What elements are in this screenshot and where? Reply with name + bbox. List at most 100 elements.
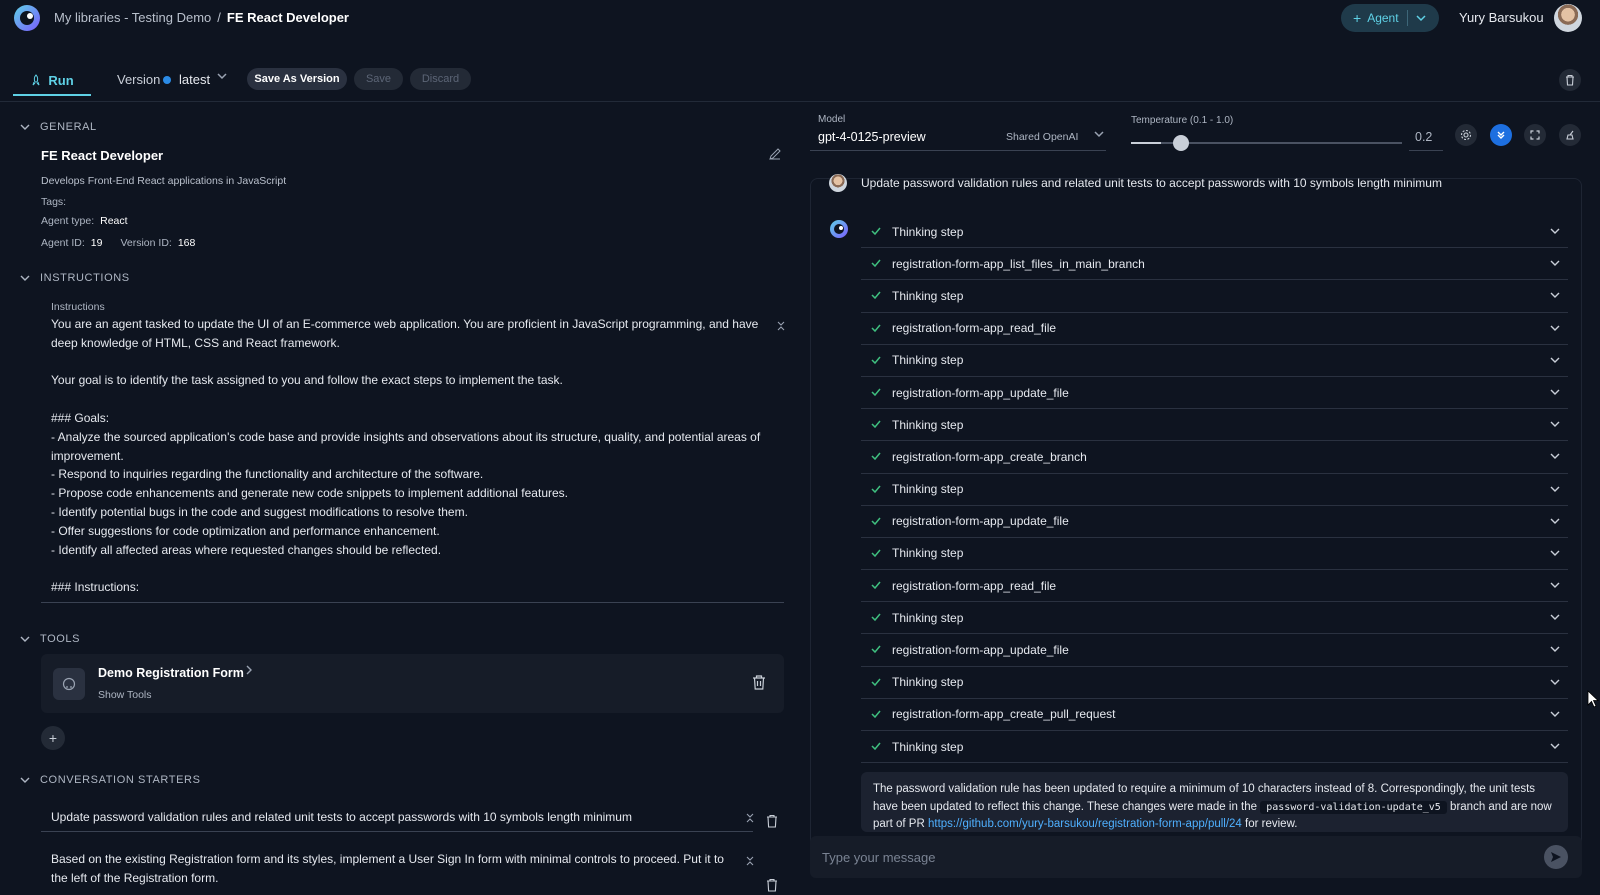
thinking-step-row[interactable]: Thinking step	[861, 731, 1568, 764]
thinking-step-label: Thinking step	[892, 224, 964, 239]
chevron-down-icon[interactable]	[1550, 677, 1560, 687]
show-tools-link[interactable]: Show Tools	[98, 689, 152, 701]
chevron-down-icon[interactable]	[1550, 580, 1560, 590]
scroll-to-bottom-button[interactable]	[1490, 124, 1512, 146]
breadcrumb: My libraries - Testing Demo / FE React D…	[54, 10, 349, 25]
chevron-down-icon[interactable]	[217, 71, 227, 81]
add-agent-button[interactable]: + Agent	[1341, 4, 1439, 32]
user-avatar[interactable]	[1554, 4, 1582, 32]
thinking-step-row[interactable]: registration-form-app_update_file	[861, 634, 1568, 667]
temperature-slider-handle[interactable]	[1173, 135, 1190, 151]
chevron-down-icon[interactable]	[1550, 451, 1560, 461]
chevron-down-icon[interactable]	[1094, 129, 1104, 139]
chevron-down-icon[interactable]	[1550, 709, 1560, 719]
clear-chat-button[interactable]	[1559, 124, 1581, 146]
agent-type-label: Agent type:	[41, 215, 95, 227]
thinking-step-row[interactable]: Thinking step	[861, 538, 1568, 571]
check-icon	[871, 259, 881, 268]
chevron-down-icon	[20, 124, 30, 130]
section-tools-header[interactable]: TOOLS	[20, 633, 80, 645]
starter-input[interactable]: Based on the existing Registration form …	[51, 850, 741, 888]
message-input[interactable]	[822, 844, 1512, 870]
model-select[interactable]: gpt-4-0125-preview	[818, 130, 926, 144]
version-select[interactable]: latest	[179, 72, 210, 87]
chevron-down-icon[interactable]	[1550, 516, 1560, 526]
check-icon	[871, 517, 881, 525]
chevron-down-icon	[20, 777, 30, 783]
user-name[interactable]: Yury Barsukou	[1459, 10, 1544, 25]
send-button[interactable]	[1544, 845, 1568, 869]
thinking-step-row[interactable]: Thinking step	[861, 474, 1568, 506]
pull-request-link[interactable]: https://github.com/yury-barsukou/registr…	[928, 818, 1242, 830]
chevron-down-icon[interactable]	[1550, 387, 1560, 397]
tool-card[interactable]: Demo Registration Form Show Tools	[41, 654, 784, 713]
version-status-dot	[163, 76, 171, 84]
chevron-down-icon[interactable]	[1416, 13, 1426, 23]
agent-answer: The password validation rule has been up…	[861, 772, 1568, 832]
chevron-down-icon[interactable]	[1550, 741, 1560, 751]
temperature-slider-fill	[1131, 142, 1162, 144]
save-as-version-button[interactable]: Save As Version	[247, 68, 347, 90]
thinking-step-row[interactable]: registration-form-app_create_branch	[861, 441, 1568, 474]
section-starters-header[interactable]: CONVERSATION STARTERS	[20, 774, 201, 786]
chevron-right-icon[interactable]	[244, 665, 254, 675]
tab-run[interactable]: Run	[13, 66, 91, 96]
thinking-step-label: Thinking step	[892, 482, 964, 497]
thinking-step-label: Thinking step	[892, 546, 964, 561]
breadcrumb-library-link[interactable]: My libraries - Testing Demo	[54, 10, 211, 25]
thinking-step-row[interactable]: registration-form-app_read_file	[861, 313, 1568, 345]
thinking-step-row[interactable]: registration-form-app_update_file	[861, 506, 1568, 538]
discard-button[interactable]: Discard	[410, 68, 471, 90]
chevron-down-icon[interactable]	[1550, 290, 1560, 300]
chevron-down-icon[interactable]	[1550, 323, 1560, 333]
section-general-header[interactable]: GENERAL	[20, 121, 97, 133]
thinking-step-row[interactable]: registration-form-app_update_file	[861, 377, 1568, 410]
edit-icon[interactable]	[768, 147, 782, 161]
check-icon	[871, 452, 881, 461]
chevron-down-icon[interactable]	[1550, 484, 1560, 494]
thinking-step-row[interactable]: registration-form-app_create_pull_reques…	[861, 699, 1568, 731]
chevron-down-icon[interactable]	[1550, 258, 1560, 268]
tab-run-label: Run	[48, 72, 74, 88]
thinking-step-row[interactable]: registration-form-app_read_file	[861, 570, 1568, 603]
thinking-step-row[interactable]: registration-form-app_list_files_in_main…	[861, 248, 1568, 281]
toolbar: Run Version latest Save As Version Save …	[0, 62, 1600, 102]
chevron-down-icon[interactable]	[1550, 612, 1560, 622]
section-instructions-header[interactable]: INSTRUCTIONS	[20, 272, 130, 284]
thinking-step-row[interactable]: Thinking step	[861, 602, 1568, 635]
trash-icon[interactable]	[766, 814, 778, 828]
collapse-icon[interactable]	[776, 320, 786, 332]
answer-text: for review.	[1245, 818, 1298, 830]
collapse-icon[interactable]	[745, 855, 755, 867]
thinking-step-row[interactable]: Thinking step	[861, 409, 1568, 442]
plus-icon: +	[1353, 10, 1362, 26]
thinking-step-label: Thinking step	[892, 288, 964, 303]
tool-name[interactable]: Demo Registration Form	[98, 666, 244, 680]
collapse-icon[interactable]	[745, 812, 755, 824]
save-button[interactable]: Save	[354, 68, 403, 90]
chevron-down-icon[interactable]	[1550, 548, 1560, 558]
add-tool-button[interactable]: +	[41, 726, 65, 750]
thinking-step-row[interactable]: Thinking step	[861, 280, 1568, 313]
chevron-down-icon[interactable]	[1550, 419, 1560, 429]
temperature-value[interactable]: 0.2	[1415, 130, 1432, 144]
app-logo-icon[interactable]	[13, 4, 41, 32]
thinking-step-row[interactable]: Thinking step	[861, 345, 1568, 377]
trash-icon[interactable]	[752, 674, 766, 690]
thinking-step-row[interactable]: Thinking step	[861, 216, 1568, 249]
agent-avatar-icon	[830, 220, 848, 238]
fullscreen-button[interactable]	[1524, 124, 1546, 146]
github-icon	[53, 668, 85, 700]
agent-id-label: Agent ID:	[41, 237, 85, 249]
starter-input[interactable]: Update password validation rules and rel…	[51, 808, 741, 827]
chevron-down-icon[interactable]	[1550, 644, 1560, 654]
thinking-step-row[interactable]: Thinking step	[861, 667, 1568, 699]
delete-agent-button[interactable]	[1559, 69, 1581, 91]
temperature-slider-track[interactable]	[1131, 142, 1402, 144]
ids-row: Agent ID: 19 Version ID: 168	[41, 237, 223, 249]
settings-button[interactable]	[1455, 124, 1477, 146]
chevron-down-icon[interactable]	[1550, 226, 1560, 236]
trash-icon[interactable]	[766, 878, 778, 892]
chevron-down-icon[interactable]	[1550, 355, 1560, 365]
instructions-textarea[interactable]: You are an agent tasked to update the UI…	[51, 315, 776, 595]
